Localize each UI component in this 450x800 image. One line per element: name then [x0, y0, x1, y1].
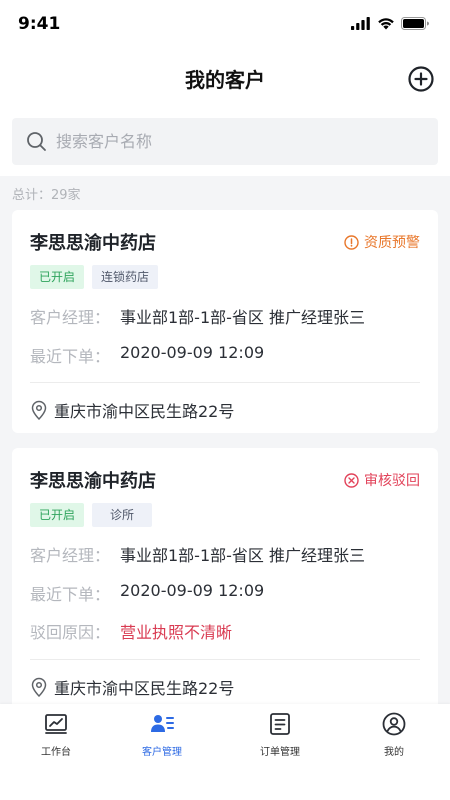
tab-orders[interactable]: 订单管理: [224, 712, 336, 762]
manager-value: 事业部1部-1部-省区 推广经理张三: [120, 308, 365, 327]
address-text: 重庆市渝中区民生路22号: [54, 402, 235, 421]
location-pin-icon: [31, 400, 47, 420]
customer-card[interactable]: 李思思渝中药店 资质预警 已开启 连锁药店 客户经理： 事业部1部-1部-省区 …: [12, 210, 438, 433]
address-text: 重庆市渝中区民生路22号: [54, 679, 235, 698]
status-badge: 资质预警: [344, 232, 420, 252]
tab-label: 订单管理: [260, 747, 300, 758]
status-bar: 9:41: [0, 0, 450, 50]
tab-label: 工作台: [41, 747, 71, 758]
x-circle-icon: [344, 472, 359, 488]
tab-label: 我的: [384, 747, 404, 758]
page-title: 我的客户: [185, 68, 265, 92]
manager-row: 客户经理： 事业部1部-1部-省区 推广经理张三: [30, 542, 365, 566]
last-order-value: 2020-09-09 12:09: [120, 343, 265, 362]
divider: [30, 382, 420, 383]
tag-type: 诊所: [92, 503, 153, 527]
add-customer-button[interactable]: [408, 66, 434, 92]
user-circle-icon: [382, 712, 406, 736]
tab-mine[interactable]: 我的: [338, 712, 450, 762]
status-time: 9:41: [18, 14, 61, 34]
search-icon: [27, 132, 46, 151]
signal-icon: [351, 17, 370, 30]
tag-enabled: 已开启: [30, 265, 85, 289]
reject-reason-row: 驳回原因： 营业执照不清晰: [30, 619, 232, 643]
nav-bar: 我的客户: [0, 50, 450, 106]
tab-workbench[interactable]: 工作台: [0, 712, 112, 762]
manager-label: 客户经理：: [30, 546, 111, 565]
last-order-label: 最近下单：: [30, 347, 111, 366]
status-label: 资质预警: [364, 235, 420, 251]
last-order-row: 最近下单： 2020-09-09 12:09: [30, 343, 264, 367]
alert-circle-icon: [344, 234, 359, 250]
wifi-icon: [378, 18, 394, 30]
customer-name: 李思思渝中药店: [30, 233, 156, 254]
tag-enabled: 已开启: [30, 503, 85, 527]
status-badge: 审核驳回: [344, 470, 420, 490]
document-icon: [270, 713, 290, 735]
search-area: [0, 106, 450, 176]
chart-monitor-icon: [45, 714, 67, 734]
tab-label: 客户管理: [142, 747, 182, 758]
search-box[interactable]: [12, 118, 438, 165]
address-row: 重庆市渝中区民生路22号: [30, 675, 234, 699]
status-icons: [351, 17, 430, 30]
manager-row: 客户经理： 事业部1部-1部-省区 推广经理张三: [30, 304, 365, 328]
last-order-row: 最近下单： 2020-09-09 12:09: [30, 581, 264, 605]
status-label: 审核驳回: [364, 473, 420, 489]
last-order-value: 2020-09-09 12:09: [120, 581, 265, 600]
tag-list: 已开启 诊所: [30, 503, 153, 527]
manager-value: 事业部1部-1部-省区 推广经理张三: [120, 546, 365, 565]
address-row: 重庆市渝中区民生路22号: [30, 398, 234, 422]
tab-customers[interactable]: 客户管理: [106, 712, 218, 762]
tag-type: 连锁药店: [92, 265, 159, 289]
search-input[interactable]: [56, 118, 426, 165]
customers-icon: [151, 715, 174, 732]
customer-name: 李思思渝中药店: [30, 471, 156, 492]
location-pin-icon: [31, 677, 47, 697]
tag-list: 已开启 连锁药店: [30, 265, 159, 289]
tab-bar: 工作台 客户管理 订单管理 我的: [0, 704, 450, 800]
total-count: 总计：29家: [12, 188, 81, 203]
battery-icon: [401, 17, 429, 30]
reject-reason-label: 驳回原因：: [30, 623, 111, 642]
manager-label: 客户经理：: [30, 308, 111, 327]
last-order-label: 最近下单：: [30, 585, 111, 604]
customer-card[interactable]: 李思思渝中药店 审核驳回 已开启 诊所 客户经理： 事业部1部-1部-省区 推广…: [12, 448, 438, 710]
reject-reason-value: 营业执照不清晰: [120, 623, 233, 642]
divider: [30, 659, 420, 660]
